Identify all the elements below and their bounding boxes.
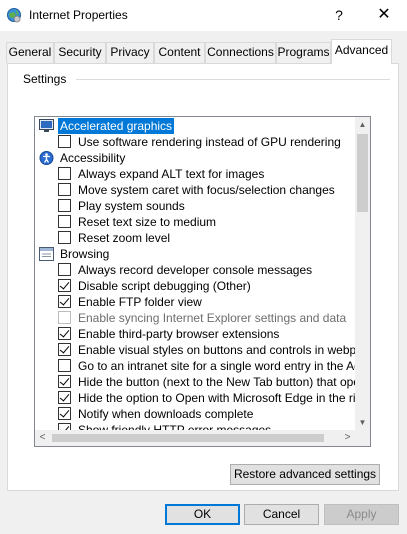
settings-category: Accelerated graphics [35, 118, 355, 134]
monitor-icon [39, 119, 54, 133]
settings-tree[interactable]: Accelerated graphics Use software renderi… [34, 116, 371, 447]
option-label: Show friendly HTTP error messages [78, 423, 272, 430]
tab-advanced[interactable]: Advanced [331, 39, 392, 64]
close-button[interactable]: ✕ [367, 0, 401, 30]
tab-connections[interactable]: Connections [205, 42, 276, 63]
settings-option[interactable]: Reset text size to medium [35, 214, 355, 230]
tab-security[interactable]: Security [54, 42, 106, 63]
settings-option[interactable]: Move system caret with focus/selection c… [35, 182, 355, 198]
option-label: Move system caret with focus/selection c… [78, 183, 335, 197]
settings-option[interactable]: Reset zoom level [35, 230, 355, 246]
option-label: Always record developer console messages [78, 263, 313, 277]
internet-globe-icon [6, 7, 22, 23]
advanced-tab-panel: Settings Accelerated graphics Use softwar… [7, 63, 399, 491]
cancel-button[interactable]: Cancel [244, 504, 319, 525]
settings-list: Accelerated graphics Use software renderi… [35, 117, 355, 430]
option-checkbox[interactable] [58, 295, 71, 308]
scroll-up-arrow[interactable]: ▲ [355, 117, 370, 132]
option-checkbox[interactable] [58, 375, 71, 388]
tab-content[interactable]: Content [154, 42, 205, 63]
tab-strip: General Security Privacy Content Connect… [6, 39, 401, 64]
scrollbar-corner [355, 430, 370, 446]
option-label: Enable syncing Internet Explorer setting… [78, 311, 347, 325]
dialog-body: General Security Privacy Content Connect… [0, 31, 407, 534]
settings-group-divider [76, 79, 390, 80]
option-checkbox[interactable] [58, 311, 71, 324]
settings-category: Browsing [35, 246, 355, 262]
settings-option[interactable]: Play system sounds [35, 198, 355, 214]
option-label: Hide the option to Open with Microsoft E… [78, 391, 355, 405]
vertical-scrollbar[interactable]: ▲ ▼ [355, 117, 370, 430]
option-checkbox[interactable] [58, 183, 71, 196]
option-checkbox[interactable] [58, 359, 71, 372]
category-label: Accelerated graphics [58, 118, 175, 134]
settings-option[interactable]: Show friendly HTTP error messages [35, 422, 355, 430]
category-label: Accessibility [60, 151, 126, 165]
vertical-scroll-thumb[interactable] [357, 134, 368, 212]
option-checkbox[interactable] [58, 135, 71, 148]
option-label: Hide the button (next to the New Tab but… [78, 375, 355, 389]
option-checkbox[interactable] [58, 215, 71, 228]
settings-option[interactable]: Enable FTP folder view [35, 294, 355, 310]
restore-advanced-settings-button[interactable]: Restore advanced settings [230, 464, 380, 485]
settings-option[interactable]: Go to an intranet site for a single word… [35, 358, 355, 374]
settings-option[interactable]: Use software rendering instead of GPU re… [35, 134, 355, 150]
accessibility-icon [39, 151, 54, 165]
option-label: Enable third-party browser extensions [78, 327, 280, 341]
settings-category: Accessibility [35, 150, 355, 166]
option-label: Reset text size to medium [78, 215, 217, 229]
settings-group-label: Settings [21, 72, 69, 86]
settings-option[interactable]: Enable visual styles on buttons and cont… [35, 342, 355, 358]
option-checkbox[interactable] [58, 167, 71, 180]
settings-option[interactable]: Notify when downloads complete [35, 406, 355, 422]
settings-option[interactable]: Always expand ALT text for images [35, 166, 355, 182]
option-checkbox[interactable] [58, 263, 71, 276]
tab-privacy[interactable]: Privacy [106, 42, 154, 63]
option-checkbox[interactable] [58, 199, 71, 212]
option-checkbox[interactable] [58, 343, 71, 356]
option-checkbox[interactable] [58, 231, 71, 244]
option-label: Enable FTP folder view [78, 295, 202, 309]
settings-option[interactable]: Hide the option to Open with Microsoft E… [35, 390, 355, 406]
horizontal-scrollbar[interactable]: < > [35, 430, 355, 446]
browsing-icon [39, 247, 54, 261]
apply-button[interactable]: Apply [324, 504, 399, 525]
option-label: Disable script debugging (Other) [78, 279, 251, 293]
settings-option[interactable]: Hide the button (next to the New Tab but… [35, 374, 355, 390]
settings-option[interactable]: Enable third-party browser extensions [35, 326, 355, 342]
scroll-down-arrow[interactable]: ▼ [355, 415, 370, 430]
option-checkbox[interactable] [58, 391, 71, 404]
option-checkbox[interactable] [58, 279, 71, 292]
option-label: Reset zoom level [78, 231, 171, 245]
title-bar: Internet Properties ? ✕ [0, 0, 407, 31]
option-checkbox[interactable] [58, 423, 71, 430]
option-label: Go to an intranet site for a single word… [78, 359, 355, 373]
category-label: Browsing [60, 247, 110, 261]
option-label: Always expand ALT text for images [78, 167, 265, 181]
settings-option[interactable]: Always record developer console messages [35, 262, 355, 278]
scroll-left-arrow[interactable]: < [35, 430, 50, 446]
option-label: Play system sounds [78, 199, 185, 213]
tab-programs[interactable]: Programs [276, 42, 331, 63]
tab-general[interactable]: General [6, 42, 54, 63]
option-label: Enable visual styles on buttons and cont… [78, 343, 355, 357]
option-checkbox[interactable] [58, 407, 71, 420]
settings-option[interactable]: Enable syncing Internet Explorer setting… [35, 310, 355, 326]
help-button[interactable]: ? [322, 0, 356, 30]
option-label: Use software rendering instead of GPU re… [78, 135, 341, 149]
option-checkbox[interactable] [58, 327, 71, 340]
settings-option[interactable]: Disable script debugging (Other) [35, 278, 355, 294]
option-label: Notify when downloads complete [78, 407, 254, 421]
ok-button[interactable]: OK [165, 504, 240, 525]
scroll-right-arrow[interactable]: > [340, 430, 355, 446]
horizontal-scroll-thumb[interactable] [52, 434, 324, 442]
window-title: Internet Properties [29, 8, 128, 22]
